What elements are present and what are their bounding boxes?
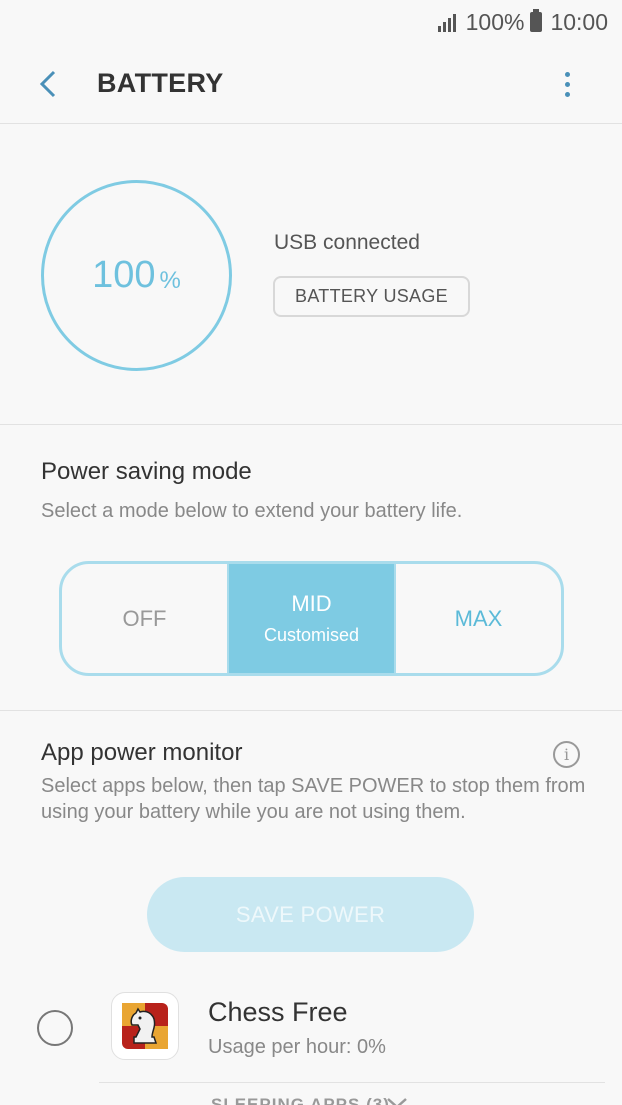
mode-max-label: MAX [454, 605, 503, 631]
mode-max-option[interactable]: MAX [396, 564, 561, 673]
divider [99, 1082, 605, 1083]
back-button[interactable] [30, 66, 66, 102]
app-usage: Usage per hour: 0% [208, 1036, 386, 1058]
mode-mid-option[interactable]: MID Customised [227, 564, 396, 673]
clock: 10:00 [550, 8, 608, 35]
charging-status: USB connected [274, 231, 420, 254]
battery-percent: 100% [465, 8, 525, 35]
battery-usage-button[interactable]: BATTERY USAGE [273, 276, 470, 317]
app-select-radio[interactable] [37, 1010, 73, 1046]
power-saving-mode: Power saving mode Select a mode below to… [0, 426, 622, 711]
status-bar: 100% 10:00 [0, 0, 622, 44]
battery-level-unit: % [159, 266, 181, 294]
list-item[interactable]: Chess Free Usage per hour: 0% [0, 982, 622, 1082]
battery-level-ring: 100% [41, 180, 232, 371]
app-power-monitor: App power monitor i Select apps below, t… [0, 712, 622, 1105]
power-mode-selector: OFF MID Customised MAX [59, 561, 564, 676]
battery-icon [530, 9, 543, 32]
power-saving-description: Select a mode below to extend your batte… [41, 500, 463, 522]
mode-off-option[interactable]: OFF [62, 564, 227, 673]
chevron-left-icon [39, 70, 56, 98]
mode-mid-label: MID [291, 591, 332, 616]
save-power-button[interactable]: SAVE POWER [147, 877, 474, 952]
app-power-monitor-title: App power monitor [41, 739, 243, 766]
chevron-down-icon [387, 1098, 407, 1105]
chess-knight-icon [122, 1003, 168, 1049]
mode-off-label: OFF [122, 605, 167, 631]
app-name: Chess Free [208, 997, 348, 1027]
sleeping-apps-header[interactable]: SLEEPING APPS (3) [211, 1095, 390, 1105]
more-options-button[interactable] [552, 66, 582, 102]
battery-level: 100 [92, 254, 156, 296]
app-bar: BATTERY [0, 44, 622, 124]
page-title: BATTERY [97, 68, 224, 98]
battery-summary: 100% USB connected BATTERY USAGE [0, 125, 622, 425]
signal-icon [437, 14, 456, 32]
chess-app-icon [111, 992, 179, 1060]
power-saving-title: Power saving mode [41, 458, 252, 485]
more-vert-icon [564, 71, 570, 77]
mode-mid-sublabel: Customised [263, 625, 360, 645]
app-power-monitor-description: Select apps below, then tap SAVE POWER t… [41, 775, 586, 823]
info-icon[interactable]: i [553, 741, 580, 768]
